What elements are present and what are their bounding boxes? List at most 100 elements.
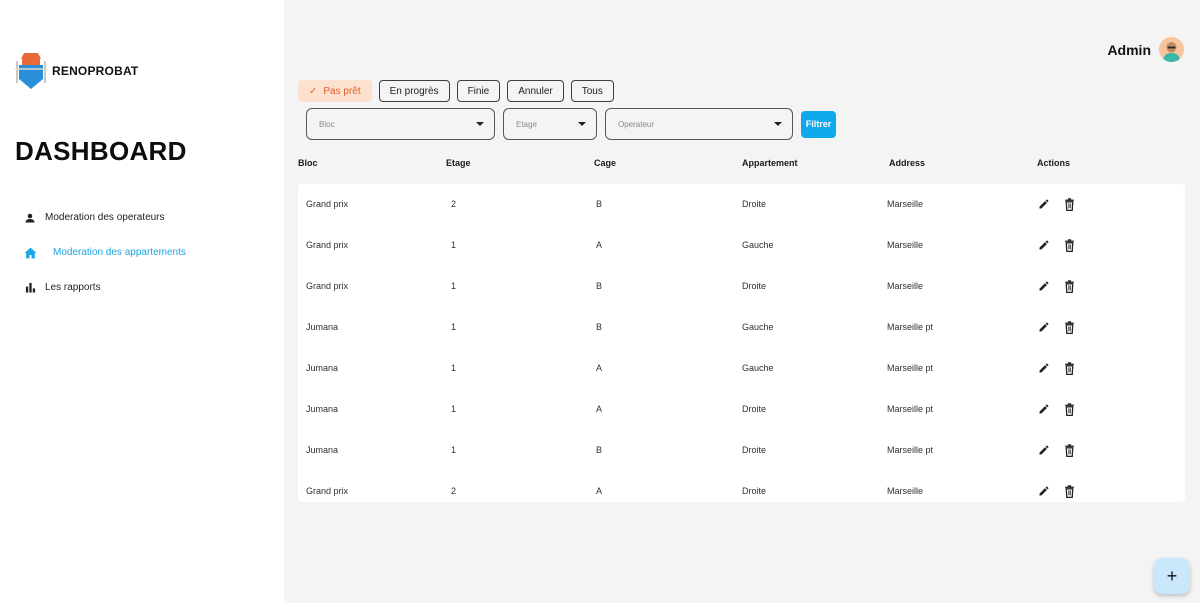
brand-logo[interactable]: RENOPROBAT	[15, 51, 138, 91]
row-actions	[1036, 483, 1086, 499]
cell-appartement: Gauche	[742, 322, 774, 332]
caret-down-icon	[774, 122, 782, 126]
cell-address: Marseille pt	[887, 404, 934, 414]
header-etage[interactable]: Etage	[446, 158, 471, 168]
cell-address: Marseille	[887, 240, 924, 250]
cell-address: Marseille	[887, 486, 924, 496]
cell-cage: B	[596, 445, 603, 455]
user-menu[interactable]: Admin	[1107, 37, 1184, 62]
status-chip-en-progres[interactable]: En progrès	[378, 80, 450, 102]
table-row[interactable]: Jumana 1 A Droite Marseille pt	[298, 389, 1185, 429]
delete-icon[interactable]	[1061, 360, 1077, 376]
cell-address: Marseille pt	[887, 363, 934, 373]
sidebar-item-moderation-appartements[interactable]: Moderation des appartements	[22, 235, 272, 270]
edit-icon[interactable]	[1036, 278, 1052, 294]
edit-icon[interactable]	[1036, 442, 1052, 458]
etage-select-placeholder: Etage	[516, 119, 537, 129]
cell-cage: A	[596, 486, 603, 496]
delete-icon[interactable]	[1061, 483, 1077, 499]
chip-label: Finie	[467, 85, 490, 97]
cell-appartement: Gauche	[742, 240, 774, 250]
check-icon: ✓	[309, 85, 318, 97]
person-icon	[22, 210, 38, 226]
table-body: Grand prix 2 B Droite Marseille Grand prix 1 A G…	[298, 184, 1185, 502]
status-chip-pas-pret[interactable]: ✓ Pas prêt	[298, 80, 372, 102]
cell-bloc: Jumana	[306, 322, 339, 332]
status-chip-tous[interactable]: Tous	[570, 80, 614, 102]
delete-icon[interactable]	[1061, 319, 1077, 335]
status-chip-annuler[interactable]: Annuler	[507, 80, 564, 102]
page-title: DASHBOARD	[15, 136, 187, 166]
edit-icon[interactable]	[1036, 360, 1052, 376]
delete-icon[interactable]	[1061, 401, 1077, 417]
table-row[interactable]: Jumana 1 B Gauche Marseille pt	[298, 307, 1185, 347]
cell-cage: B	[596, 281, 603, 291]
cell-bloc: Jumana	[306, 404, 339, 414]
header-cage[interactable]: Cage	[594, 158, 616, 168]
delete-icon[interactable]	[1061, 442, 1077, 458]
chip-label: Pas prêt	[323, 85, 361, 97]
home-icon	[22, 245, 38, 261]
etage-select[interactable]: Etage	[503, 108, 597, 140]
filter-button[interactable]: Filtrer	[801, 110, 836, 138]
avatar[interactable]	[1159, 37, 1184, 62]
cell-etage: 1	[451, 404, 457, 414]
chip-label: Tous	[581, 85, 603, 97]
table-row[interactable]: Grand prix 2 B Droite Marseille	[298, 184, 1185, 224]
cell-bloc: Grand prix	[306, 199, 349, 209]
row-actions	[1036, 401, 1086, 417]
sidebar-nav: Moderation des operateurs Moderation des…	[22, 200, 272, 305]
cell-bloc: Grand prix	[306, 486, 349, 496]
cell-address: Marseille	[887, 281, 924, 291]
sidebar-item-label: Moderation des appartements	[53, 247, 186, 258]
user-name: Admin	[1107, 41, 1151, 58]
cell-bloc: Grand prix	[306, 281, 349, 291]
status-filter-group: ✓ Pas prêt En progrès Finie Annuler Tous	[298, 80, 621, 102]
cell-etage: 2	[451, 199, 457, 209]
cell-appartement: Droite	[742, 281, 767, 291]
bloc-select[interactable]: Bloc	[306, 108, 495, 140]
brand-name: RENOPROBAT	[52, 64, 139, 78]
delete-icon[interactable]	[1061, 196, 1077, 212]
edit-icon[interactable]	[1036, 196, 1052, 212]
header-address[interactable]: Address	[889, 158, 925, 168]
cell-appartement: Droite	[742, 404, 767, 414]
renoprobat-logo-icon	[15, 53, 47, 89]
add-button[interactable]: +	[1154, 558, 1190, 594]
header-appartement[interactable]: Appartement	[742, 158, 798, 168]
delete-icon[interactable]	[1061, 278, 1077, 294]
filter-bar: Bloc Etage Operateur Filtrer	[306, 108, 836, 140]
edit-icon[interactable]	[1036, 319, 1052, 335]
cell-etage: 1	[451, 240, 457, 250]
chip-label: En progrès	[389, 85, 439, 97]
cell-cage: B	[596, 322, 603, 332]
row-actions	[1036, 278, 1086, 294]
table-row[interactable]: Jumana 1 A Gauche Marseille pt	[298, 348, 1185, 388]
table-row[interactable]: Grand prix 1 A Gauche Marseille	[298, 225, 1185, 265]
table-row[interactable]: Grand prix 1 B Droite Marseille	[298, 266, 1185, 306]
sidebar-item-rapports[interactable]: Les rapports	[22, 270, 272, 305]
sidebar-item-moderation-operateurs[interactable]: Moderation des operateurs	[22, 200, 272, 235]
caret-down-icon	[476, 122, 484, 126]
table-row[interactable]: Grand prix 2 A Droite Marseille	[298, 471, 1185, 511]
edit-icon[interactable]	[1036, 483, 1052, 499]
cell-appartement: Droite	[742, 486, 767, 496]
cell-bloc: Jumana	[306, 363, 339, 373]
cell-etage: 1	[451, 363, 457, 373]
caret-down-icon	[578, 122, 586, 126]
cell-bloc: Jumana	[306, 445, 339, 455]
header-bloc[interactable]: Bloc	[298, 158, 318, 168]
delete-icon[interactable]	[1061, 237, 1077, 253]
cell-cage: A	[596, 363, 603, 373]
cell-appartement: Droite	[742, 199, 767, 209]
row-actions	[1036, 319, 1086, 335]
edit-icon[interactable]	[1036, 237, 1052, 253]
row-actions	[1036, 360, 1086, 376]
table-row[interactable]: Jumana 1 B Droite Marseille pt	[298, 430, 1185, 470]
edit-icon[interactable]	[1036, 401, 1052, 417]
table-header: Bloc Etage Cage Appartement Address Acti…	[298, 158, 1185, 172]
status-chip-finie[interactable]: Finie	[456, 80, 501, 102]
cell-appartement: Droite	[742, 445, 767, 455]
cell-etage: 2	[451, 486, 457, 496]
operateur-select[interactable]: Operateur	[605, 108, 793, 140]
